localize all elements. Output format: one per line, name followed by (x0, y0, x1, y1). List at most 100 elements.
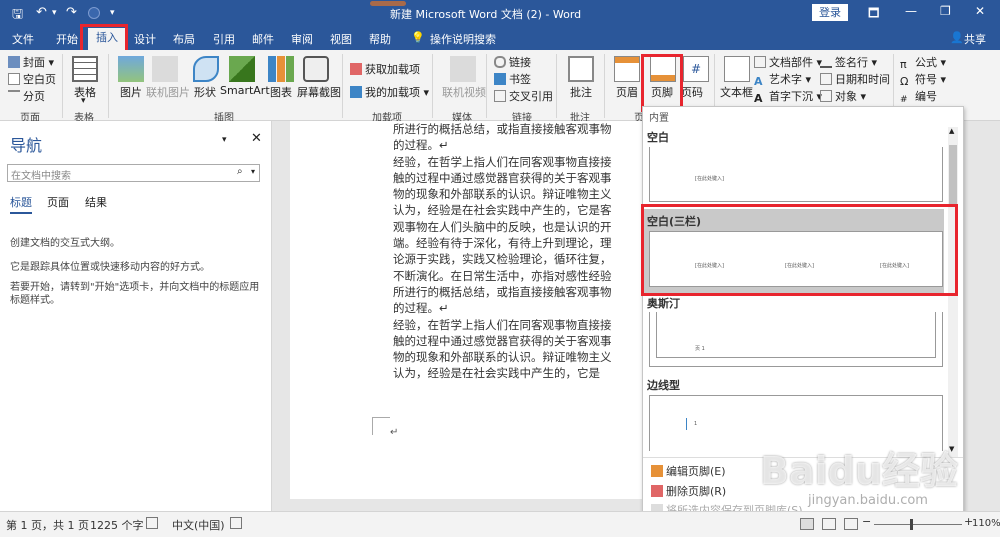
tab-help[interactable]: 帮助 (369, 31, 391, 47)
print-layout-icon[interactable] (822, 518, 836, 530)
datetime-button[interactable]: 日期和时间 (820, 71, 890, 87)
nav-tab-pages[interactable]: 页面 (47, 194, 69, 210)
customize-qa-icon[interactable]: ▾ (110, 8, 115, 18)
nav-tab-headings[interactable]: 标题 (10, 194, 32, 214)
login-button[interactable]: 登录 (812, 4, 848, 21)
cross-reference-icon (494, 90, 506, 102)
macro-icon[interactable] (230, 517, 242, 529)
quick-parts-button[interactable]: 文档部件 ▾ (754, 54, 822, 70)
tab-design[interactable]: 设计 (134, 31, 156, 47)
redo-icon[interactable]: ↷ (66, 5, 77, 20)
undo-icon[interactable]: ↶ (36, 5, 47, 20)
nav-options-icon[interactable]: ▾ (222, 135, 227, 145)
picture-label[interactable]: 图片 (120, 84, 142, 100)
save-icon[interactable]: 🖫 (12, 5, 23, 27)
object-button[interactable]: 对象 ▾ (820, 88, 866, 104)
language-status[interactable]: 中文(中国) (172, 517, 225, 533)
tab-mailings[interactable]: 邮件 (252, 31, 274, 47)
screenshot-icon[interactable] (303, 56, 329, 82)
proofing-icon[interactable] (146, 517, 158, 529)
remove-footer-menu-item[interactable]: 删除页脚(R) (651, 483, 726, 499)
zoom-slider-thumb[interactable] (910, 519, 913, 530)
read-mode-icon[interactable] (800, 518, 814, 530)
scrollbar-thumb[interactable] (949, 145, 957, 205)
symbol-button[interactable]: Ω 符号 ▾ (900, 71, 946, 88)
table-icon[interactable] (72, 56, 98, 82)
shapes-icon[interactable] (193, 56, 219, 82)
zoom-out-icon[interactable]: − (862, 515, 871, 528)
table-dropdown-icon[interactable]: ▾ (81, 96, 86, 106)
austin-page-number: 页 1 (695, 346, 705, 352)
nav-search-placeholder: 在文档中搜索 (11, 171, 71, 182)
maximize-button[interactable]: ❐ (940, 4, 951, 18)
ribbon-display-icon[interactable]: 🗖 (868, 4, 879, 25)
title-bar: 🖫 ↶ ▾ ↷ ▾ 新建 Microsoft Word 文档 (2) - Wor… (0, 0, 1000, 26)
bookmark-button[interactable]: 书签 (494, 71, 531, 87)
tab-references[interactable]: 引用 (213, 31, 235, 47)
search-icon[interactable]: ⌕ (237, 166, 243, 177)
edit-footer-menu-item[interactable]: 编辑页脚(E) (651, 463, 726, 479)
scroll-up-icon[interactable]: ▲ (949, 127, 954, 135)
nav-tab-results[interactable]: 结果 (85, 194, 107, 210)
minimize-button[interactable]: — (905, 4, 917, 18)
builtin-label: 内置 (649, 113, 669, 124)
quick-parts-label: 文档部件 (769, 56, 813, 69)
tell-me-search[interactable]: 操作说明搜索 (430, 31, 496, 47)
tab-view[interactable]: 视图 (330, 31, 352, 47)
gallery-blank-thumb[interactable]: [在此处键入] (649, 147, 943, 202)
zoom-level[interactable]: 110% (972, 518, 1000, 529)
page-number-icon[interactable]: # (683, 56, 709, 82)
page-number-label[interactable]: 页码 (681, 84, 703, 100)
share-button[interactable]: 共享 (964, 31, 986, 47)
web-layout-icon[interactable] (844, 518, 858, 530)
gallery-austin-thumb[interactable]: 页 1 (649, 312, 943, 367)
equation-button[interactable]: π 公式 ▾ (900, 54, 946, 71)
autosave-circle-icon[interactable] (88, 7, 100, 19)
smartart-label[interactable]: SmartArt (220, 84, 270, 97)
wordart-button[interactable]: A 艺术字 ▾ (754, 71, 811, 88)
comment-icon[interactable] (568, 56, 594, 82)
get-addins-button[interactable]: 获取加载项 (350, 61, 420, 77)
bookmark-icon (494, 73, 506, 85)
tab-review[interactable]: 审阅 (291, 31, 313, 47)
textbox-label[interactable]: 文本框 (720, 84, 753, 100)
document-text[interactable]: 所进行的概括总结，或指直接接触客观事物的过程。↵ 经验，在哲学上指人们在同客观事… (393, 121, 618, 382)
blank-page-label: 空白页 (23, 73, 56, 86)
header-icon[interactable] (614, 56, 640, 82)
undo-dropdown-icon[interactable]: ▾ (52, 8, 57, 18)
nav-close-icon[interactable]: ✕ (251, 131, 262, 146)
chart-label[interactable]: 图表 (270, 84, 292, 100)
nav-search-input[interactable]: 在文档中搜索 ⌕ ▾ (7, 164, 260, 182)
textbox-icon[interactable] (724, 56, 750, 82)
search-options-icon[interactable]: ▾ (251, 167, 255, 176)
page-break-button[interactable]: 分页 (8, 88, 45, 104)
tab-home[interactable]: 开始 (56, 31, 78, 47)
tab-file[interactable]: 文件 (12, 31, 34, 47)
dropcap-button[interactable]: A 首字下沉 ▾ (754, 88, 822, 105)
picture-icon[interactable] (118, 56, 144, 82)
header-label[interactable]: 页眉 (616, 84, 638, 100)
my-addins-button[interactable]: 我的加载项 ▾ (350, 84, 429, 100)
highlight-footer-button (641, 54, 683, 112)
quick-parts-icon (754, 56, 766, 68)
numbering-button[interactable]: # 编号 (900, 88, 937, 107)
zoom-slider[interactable] (874, 524, 962, 525)
store-icon (350, 63, 362, 75)
online-video-label: 联机视频 (442, 86, 486, 99)
chart-icon[interactable] (268, 56, 294, 82)
link-button[interactable]: 链接 (494, 54, 531, 70)
cover-page-button[interactable]: 封面 ▾ (8, 54, 54, 70)
comment-label[interactable]: 批注 (570, 84, 592, 100)
close-button[interactable]: ✕ (975, 4, 985, 18)
signature-line-button[interactable]: 签名行 ▾ (820, 54, 877, 70)
signature-icon (820, 56, 832, 68)
blank-page-button[interactable]: 空白页 (8, 71, 56, 87)
smartart-icon[interactable] (229, 56, 255, 82)
tab-layout[interactable]: 布局 (173, 31, 195, 47)
shapes-label[interactable]: 形状 (194, 84, 216, 100)
word-count[interactable]: 1225 个字 (90, 517, 144, 533)
cross-reference-button[interactable]: 交叉引用 (494, 88, 553, 104)
page-count[interactable]: 第 1 页，共 1 页 (6, 517, 89, 533)
screenshot-label[interactable]: 屏幕截图 (297, 84, 341, 100)
sideline-bar (686, 418, 687, 430)
